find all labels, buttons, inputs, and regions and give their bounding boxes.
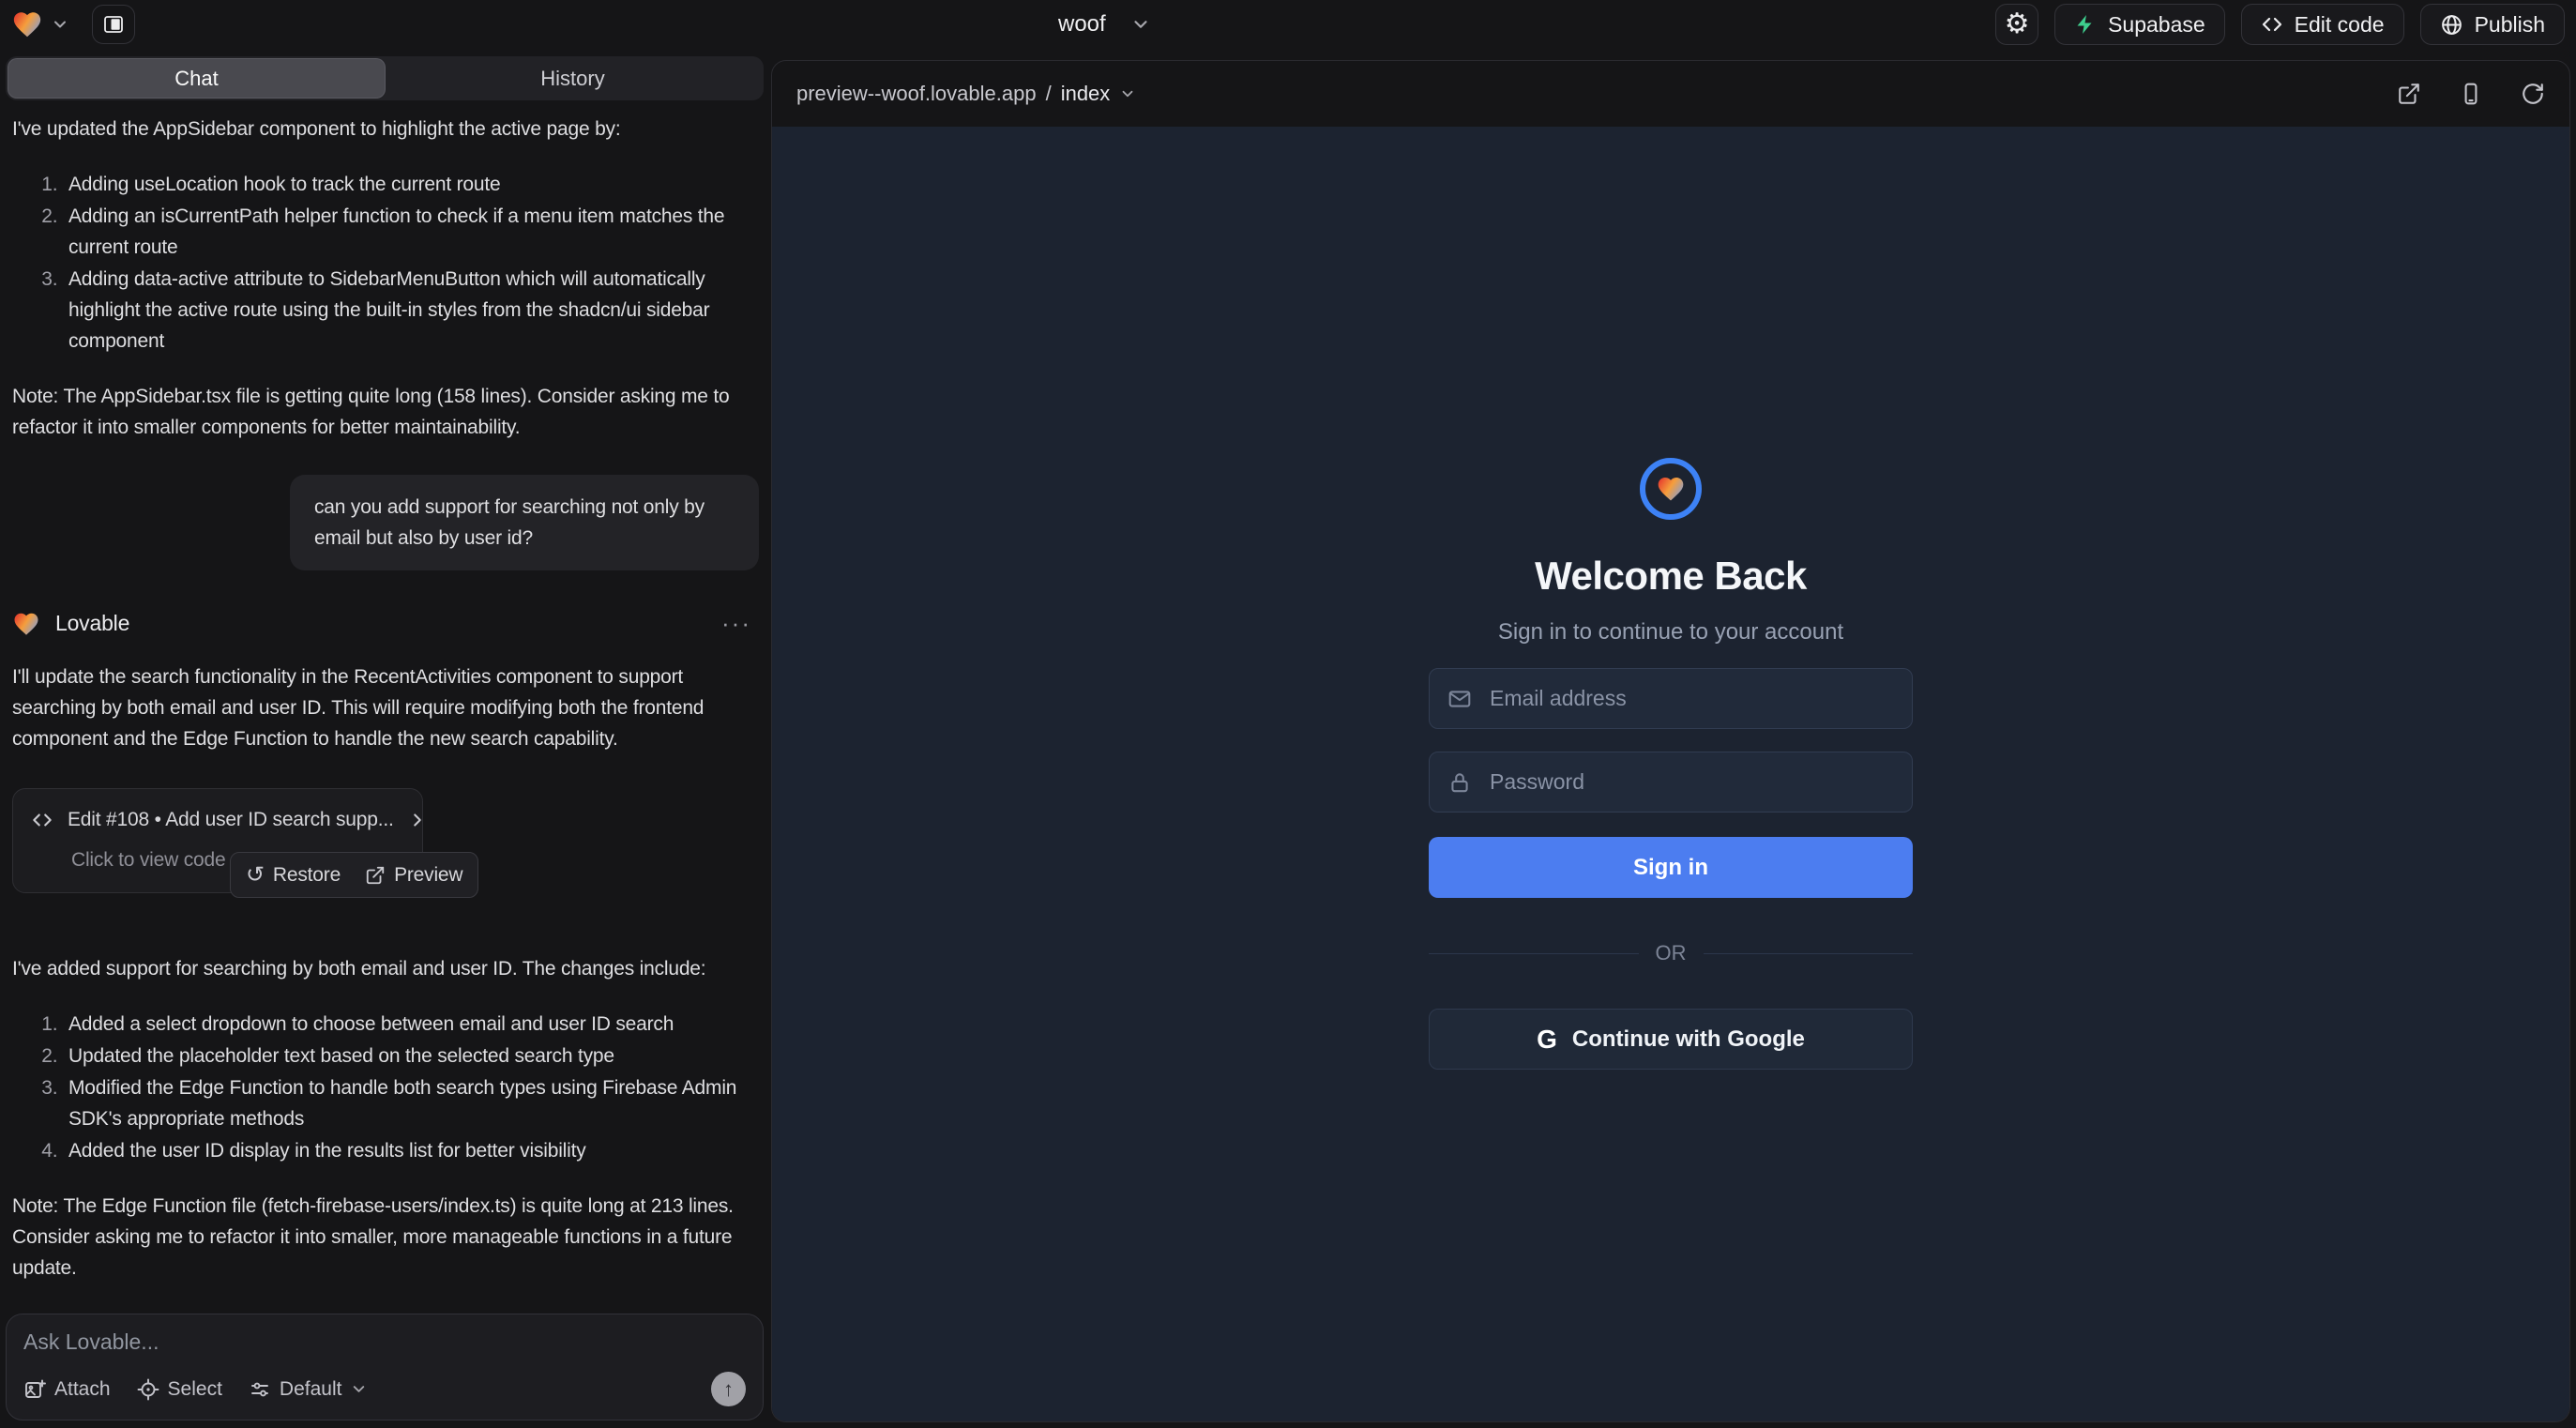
panel-layout-icon xyxy=(102,13,125,36)
mail-icon xyxy=(1447,687,1472,711)
assistant-paragraph: I've added support for searching by both… xyxy=(12,953,759,984)
topbar: woof ⚙ Supabase Edit code Publish xyxy=(0,0,2576,49)
lovable-logo-menu[interactable] xyxy=(11,8,69,40)
attach-button[interactable]: Attach xyxy=(23,1378,111,1401)
supabase-button[interactable]: Supabase xyxy=(2054,4,2225,45)
version-actions-bar: ↺ Restore Preview xyxy=(230,852,478,898)
edit-card-block: Edit #108 • Add user ID search supp... C… xyxy=(12,788,759,893)
arrow-up-icon: ↑ xyxy=(723,1377,734,1402)
list-item: Adding data-active attribute to SidebarM… xyxy=(63,264,759,357)
mobile-view-button[interactable] xyxy=(2459,82,2483,106)
preview-page: index xyxy=(1061,82,1111,106)
user-message-text: can you add support for searching not on… xyxy=(314,496,705,549)
list-item: Adding an isCurrentPath helper function … xyxy=(63,201,759,263)
list-item: Updated the placeholder text based on th… xyxy=(63,1041,759,1071)
lovable-heart-icon xyxy=(12,610,40,638)
list-item: Added a select dropdown to choose betwee… xyxy=(63,1009,759,1040)
list-item: Added the user ID display in the results… xyxy=(63,1135,759,1166)
send-button[interactable]: ↑ xyxy=(711,1372,746,1406)
list-item: Modified the Edge Function to handle bot… xyxy=(63,1072,759,1134)
preview-version-button[interactable]: Preview xyxy=(365,859,462,890)
globe-icon xyxy=(2440,13,2463,37)
continue-with-google-button[interactable]: G Continue with Google xyxy=(1429,1009,1913,1070)
chat-message-list[interactable]: I've updated the AppSidebar component to… xyxy=(5,100,765,1304)
or-divider: OR xyxy=(1429,941,1913,965)
restore-icon: ↺ xyxy=(246,864,265,887)
assistant-ordered-list: Added a select dropdown to choose betwee… xyxy=(12,1009,759,1166)
message-more-menu[interactable]: ··· xyxy=(721,608,759,639)
assistant-message-header: Lovable ··· xyxy=(12,608,759,639)
heart-icon xyxy=(1656,474,1686,504)
app-logo xyxy=(1640,458,1702,520)
publish-label: Publish xyxy=(2475,12,2545,38)
open-in-new-tab-button[interactable] xyxy=(2397,82,2421,106)
chat-input[interactable] xyxy=(23,1329,746,1372)
chat-composer: Attach Select Default xyxy=(6,1314,764,1420)
preview-header: preview--woof.lovable.app / index xyxy=(772,61,2569,127)
chevron-down-icon xyxy=(51,15,69,34)
preview-url-selector[interactable]: preview--woof.lovable.app / index xyxy=(796,82,1136,106)
sign-in-button[interactable]: Sign in xyxy=(1429,837,1913,898)
email-field[interactable] xyxy=(1429,668,1913,729)
assistant-note: Note: The Edge Function file (fetch-fire… xyxy=(12,1191,759,1284)
assistant-name: Lovable xyxy=(55,608,129,639)
chevron-down-icon xyxy=(350,1380,368,1398)
list-item: Adding useLocation hook to track the cur… xyxy=(63,169,759,200)
image-plus-icon xyxy=(23,1378,46,1401)
supabase-bolt-icon xyxy=(2074,13,2097,36)
chevron-right-icon xyxy=(407,810,428,830)
edit-card-title: Edit #108 • Add user ID search supp... xyxy=(68,804,394,835)
target-icon xyxy=(137,1378,159,1401)
tab-chat[interactable]: Chat xyxy=(8,59,385,98)
restore-button[interactable]: ↺ Restore xyxy=(246,859,341,890)
edit-code-button[interactable]: Edit code xyxy=(2241,4,2404,45)
path-separator: / xyxy=(1046,82,1052,106)
user-message-bubble: can you add support for searching not on… xyxy=(290,475,759,570)
chat-history-tabs: Chat History xyxy=(6,56,764,100)
or-label: OR xyxy=(1656,941,1687,965)
lovable-heart-icon xyxy=(11,8,43,40)
assistant-ordered-list: Adding useLocation hook to track the cur… xyxy=(12,169,759,357)
supabase-label: Supabase xyxy=(2108,12,2205,38)
page-subtitle: Sign in to continue to your account xyxy=(1498,619,1843,646)
app-preview-iframe: Welcome Back Sign in to continue to your… xyxy=(772,127,2569,1421)
password-field[interactable] xyxy=(1429,752,1913,813)
external-link-icon xyxy=(365,865,386,886)
assistant-paragraph: I've updated the AppSidebar component to… xyxy=(12,114,759,144)
select-element-button[interactable]: Select xyxy=(137,1378,222,1401)
chevron-down-icon xyxy=(1119,85,1136,102)
edit-code-label: Edit code xyxy=(2295,12,2385,38)
code-icon xyxy=(2261,13,2283,36)
google-button-label: Continue with Google xyxy=(1572,1026,1805,1053)
mode-selector[interactable]: Default xyxy=(249,1378,369,1401)
sliders-icon xyxy=(249,1378,271,1401)
project-switcher[interactable]: woof xyxy=(1058,0,1151,49)
project-name: woof xyxy=(1058,11,1106,38)
lock-icon xyxy=(1447,770,1472,795)
tab-history[interactable]: History xyxy=(385,59,761,98)
page-title: Welcome Back xyxy=(1535,554,1807,599)
settings-button[interactable]: ⚙ xyxy=(1995,4,2038,45)
gear-icon: ⚙ xyxy=(2005,10,2030,38)
chat-panel: Chat History I've updated the AppSidebar… xyxy=(0,49,769,1428)
assistant-paragraph: I'll update the search functionality in … xyxy=(12,661,759,754)
toggle-sidebar-button[interactable] xyxy=(92,5,135,44)
assistant-note: Note: The AppSidebar.tsx file is getting… xyxy=(12,381,759,443)
refresh-button[interactable] xyxy=(2521,82,2545,106)
signin-card: Welcome Back Sign in to continue to your… xyxy=(1429,458,1913,1070)
code-icon xyxy=(30,808,54,832)
publish-button[interactable]: Publish xyxy=(2420,4,2565,45)
google-g-icon: G xyxy=(1537,1025,1557,1055)
preview-panel: preview--woof.lovable.app / index xyxy=(771,60,2570,1422)
chevron-down-icon xyxy=(1130,14,1151,35)
preview-domain: preview--woof.lovable.app xyxy=(796,82,1037,106)
